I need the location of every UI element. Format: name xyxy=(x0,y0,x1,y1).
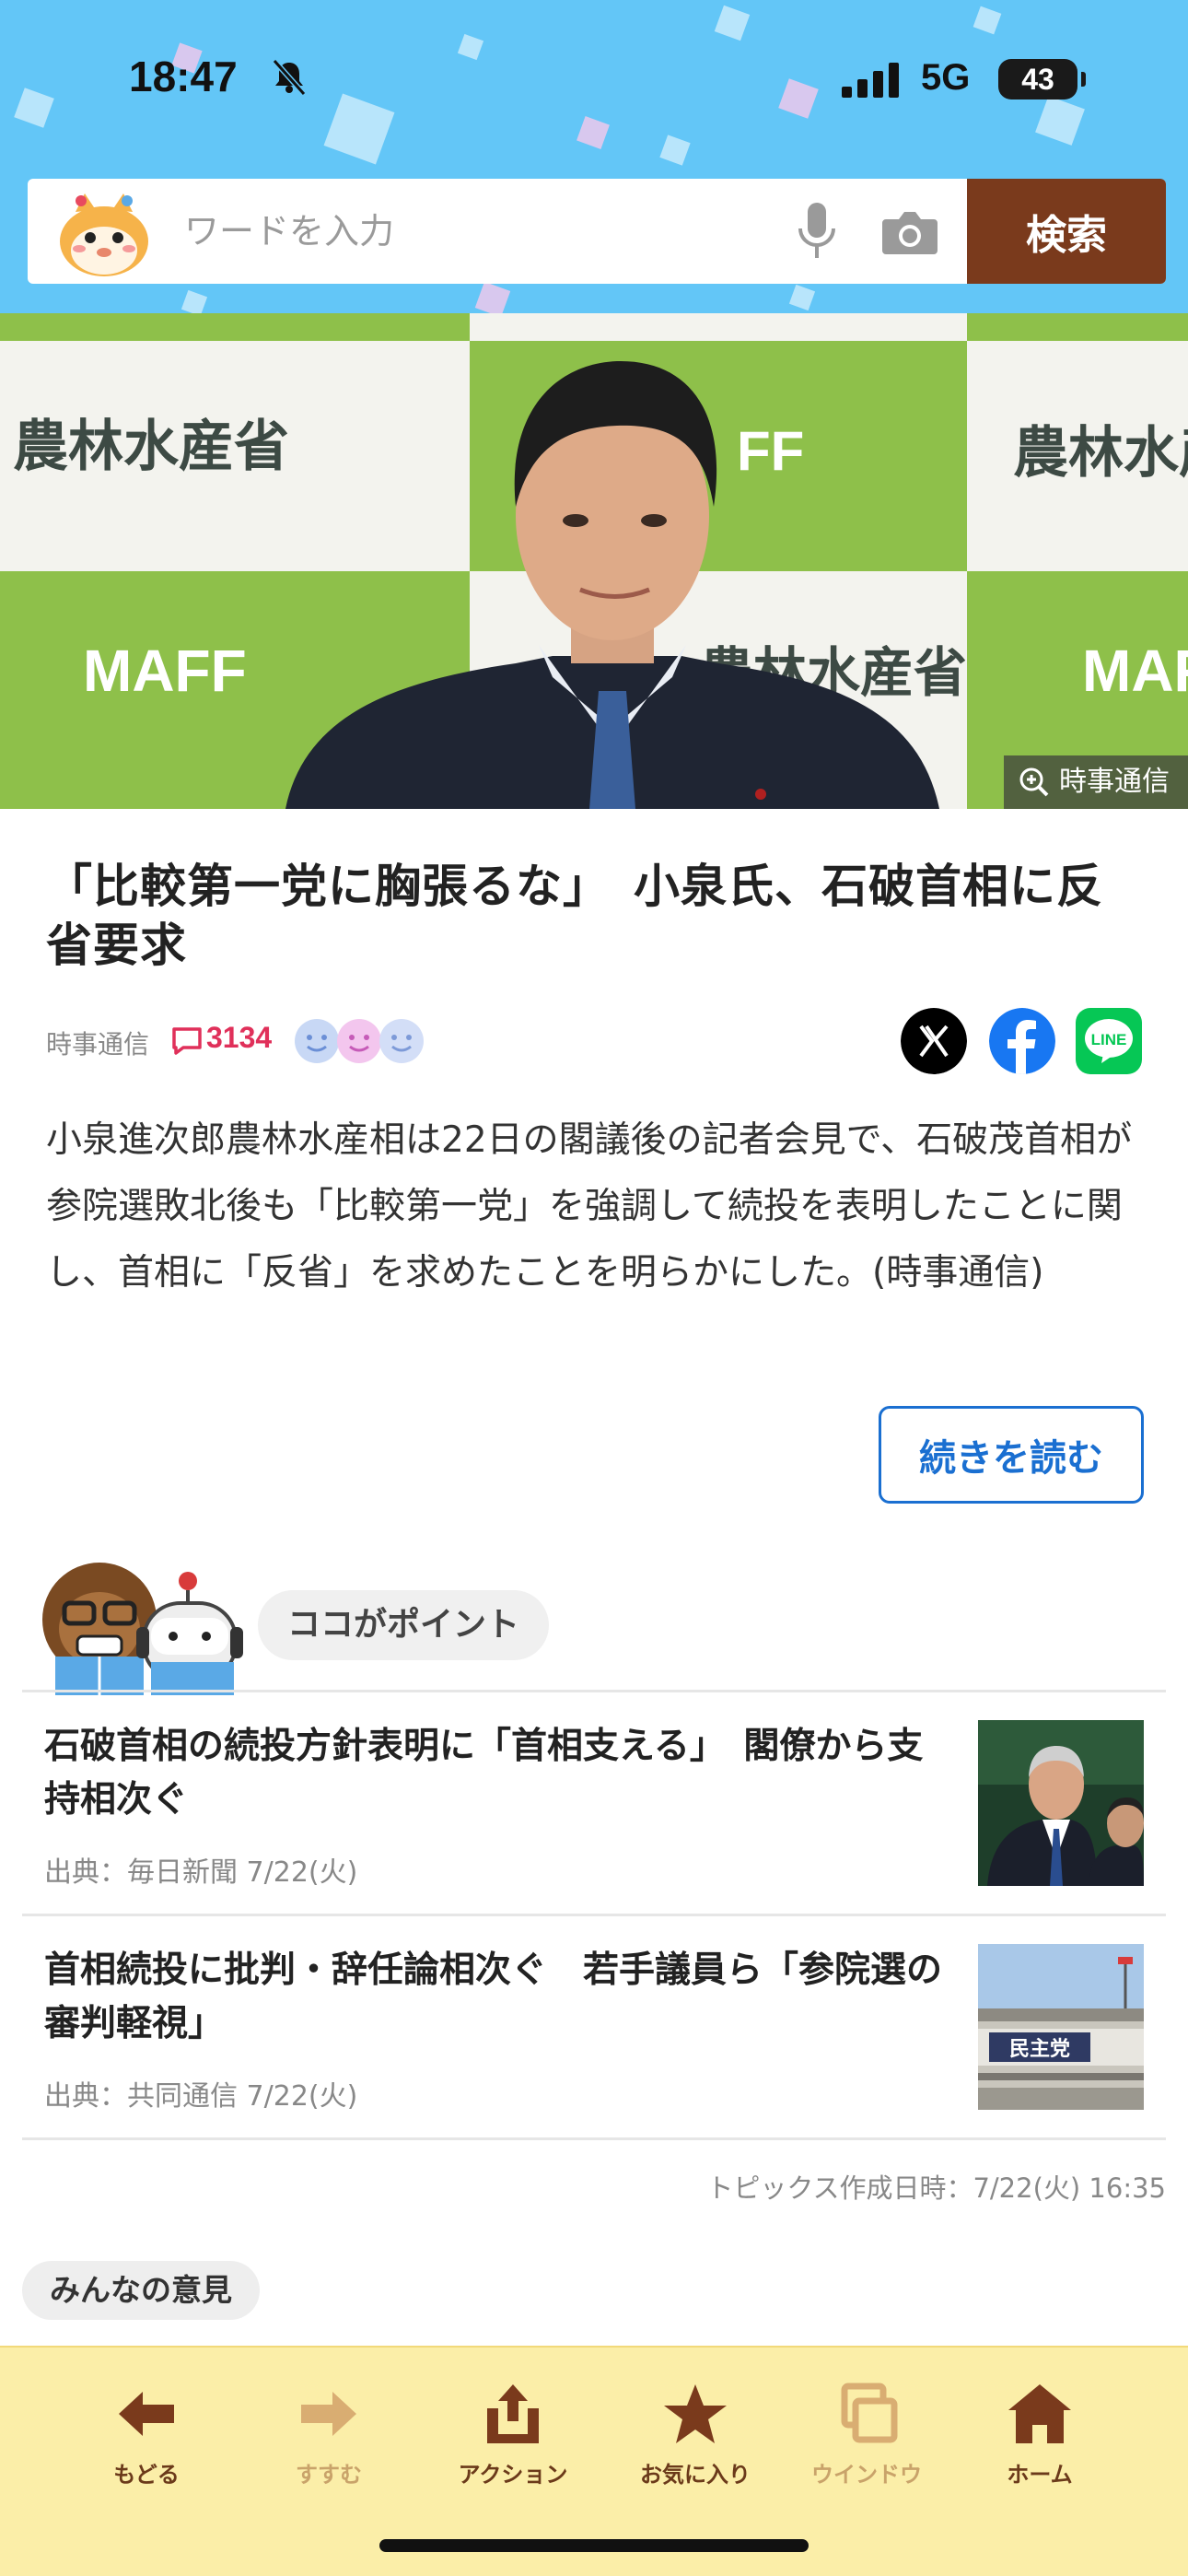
related-article-source: 出典：共同通信 7/22(火) xyxy=(44,2080,358,2113)
comment-icon[interactable] xyxy=(171,1026,203,1056)
svg-text:LINE: LINE xyxy=(1091,1031,1127,1048)
back-label: もどる xyxy=(113,2462,180,2488)
article-body: 小泉進次郎農林水産相は22日の閣議後の記者会見で、石破茂首相が参院選敗北後も「比… xyxy=(46,1119,1133,1294)
article-title: 「比較第一党に胸張るな」 小泉氏、石破首相に反省要求 xyxy=(46,860,1103,972)
search-bar: 検索 xyxy=(28,179,1166,284)
favorites-button[interactable]: お気に入り xyxy=(608,2381,783,2500)
confetti-decoration xyxy=(181,289,208,313)
back-button[interactable]: もどる xyxy=(59,2381,234,2500)
star-icon xyxy=(664,2384,727,2443)
confetti-decoration xyxy=(577,116,610,149)
point-section-header: ココがポイント xyxy=(37,1548,1160,1695)
confetti-decoration xyxy=(323,93,395,165)
home-icon xyxy=(1008,2384,1071,2443)
maff-logo-text: MAFF xyxy=(83,638,247,704)
thumbnail-sign-text: 民主党 xyxy=(1009,2038,1070,2061)
confetti-decoration xyxy=(659,135,691,166)
microphone-icon[interactable] xyxy=(794,201,840,262)
reaction-face-icon xyxy=(295,1019,339,1063)
line-share-icon[interactable]: LINE xyxy=(1076,1008,1142,1074)
related-article-title[interactable]: 石破首相の続投方針表明に「首相支える」 閣僚から支持相次ぐ xyxy=(44,1720,956,1827)
battery-indicator: 43 xyxy=(998,59,1086,100)
bell-slash-icon xyxy=(272,59,307,96)
home-button[interactable]: ホーム xyxy=(952,2381,1127,2500)
article-meta: 時事通信 3134 LINE xyxy=(46,1008,1142,1074)
confetti-decoration xyxy=(457,33,484,61)
camera-icon[interactable] xyxy=(880,206,939,256)
point-mascots-icon xyxy=(42,1563,243,1695)
related-article-thumbnail[interactable]: 民主党 xyxy=(978,1944,1144,2110)
ministry-sign-text: 農林水産省 xyxy=(1013,421,1188,486)
forward-button[interactable]: すすむ xyxy=(241,2381,416,2500)
network-label: 5G xyxy=(921,57,971,98)
signal-icon xyxy=(842,63,899,98)
related-article[interactable]: 石破首相の続投方針表明に「首相支える」 閣僚から支持相次ぐ 出典：毎日新聞 7/… xyxy=(22,1692,1166,1914)
confetti-decoration xyxy=(14,88,54,128)
related-article-source: 出典：毎日新聞 7/22(火) xyxy=(44,1856,358,1889)
share-icon xyxy=(487,2384,539,2443)
reaction-face-icon xyxy=(337,1019,381,1063)
read-more-button[interactable]: 続きを読む xyxy=(879,1406,1144,1504)
forward-label: すすむ xyxy=(296,2462,362,2488)
arrow-right-icon xyxy=(301,2392,356,2436)
press-conference-photo: 農林水産省 農林水産省 農林水産省 MAFF MAFF FF xyxy=(0,313,1188,809)
photo-credit-label: 時事通信 xyxy=(1059,766,1170,798)
arrow-left-icon xyxy=(119,2392,174,2436)
confetti-decoration xyxy=(973,6,1002,35)
home-label: ホーム xyxy=(1007,2462,1073,2488)
opinion-section-label: みんなの意見 xyxy=(22,2261,260,2320)
divider xyxy=(22,2137,1166,2140)
search-button[interactable]: 検索 xyxy=(967,179,1166,284)
topics-created-time: トピックス作成日時：7/22(火) 16:35 xyxy=(706,2172,1166,2204)
related-article-title[interactable]: 首相続投に批判・辞任論相次ぐ 若手議員ら「参院選の審判軽視」 xyxy=(44,1944,956,2051)
comment-count[interactable]: 3134 xyxy=(206,1021,272,1055)
window-label: ウインドウ xyxy=(811,2462,922,2488)
search-input[interactable] xyxy=(184,199,774,263)
photo-credit[interactable]: 時事通信 xyxy=(1004,755,1188,809)
related-article[interactable]: 首相続投に批判・辞任論相次ぐ 若手議員ら「参院選の審判軽視」 出典：共同通信 7… xyxy=(22,1916,1166,2137)
svg-text:FF: FF xyxy=(737,420,804,482)
reaction-face-icon xyxy=(379,1019,424,1063)
confetti-decoration xyxy=(1035,96,1085,146)
article-source[interactable]: 時事通信 xyxy=(46,1025,149,1061)
zoom-in-icon xyxy=(1019,767,1049,797)
hero-image[interactable]: 農林水産省 農林水産省 農林水産省 MAFF MAFF FF 時事通信 xyxy=(0,313,1188,809)
window-button[interactable]: ウインドウ xyxy=(779,2381,954,2500)
app-header: 18:47 5G 43 ワードを入力 検索 xyxy=(0,0,1188,313)
action-label: アクション xyxy=(458,2462,568,2488)
x-share-icon[interactable] xyxy=(901,1008,967,1074)
confetti-decoration xyxy=(474,281,511,313)
favorites-label: お気に入り xyxy=(640,2462,751,2488)
confetti-decoration xyxy=(714,5,751,41)
action-button[interactable]: アクション xyxy=(425,2381,600,2500)
status-time: 18:47 xyxy=(129,53,238,100)
point-label: ココがポイント xyxy=(258,1590,550,1660)
confetti-decoration xyxy=(778,78,819,119)
confetti-decoration xyxy=(788,284,816,311)
maff-logo-text: MAFF xyxy=(1082,638,1188,704)
facebook-share-icon[interactable] xyxy=(989,1008,1055,1074)
windows-icon xyxy=(841,2383,898,2443)
ministry-sign-text: 農林水産省 xyxy=(13,415,289,479)
mascot-logo-icon xyxy=(60,193,148,276)
related-article-thumbnail[interactable] xyxy=(978,1720,1144,1886)
home-indicator[interactable] xyxy=(379,2539,809,2552)
